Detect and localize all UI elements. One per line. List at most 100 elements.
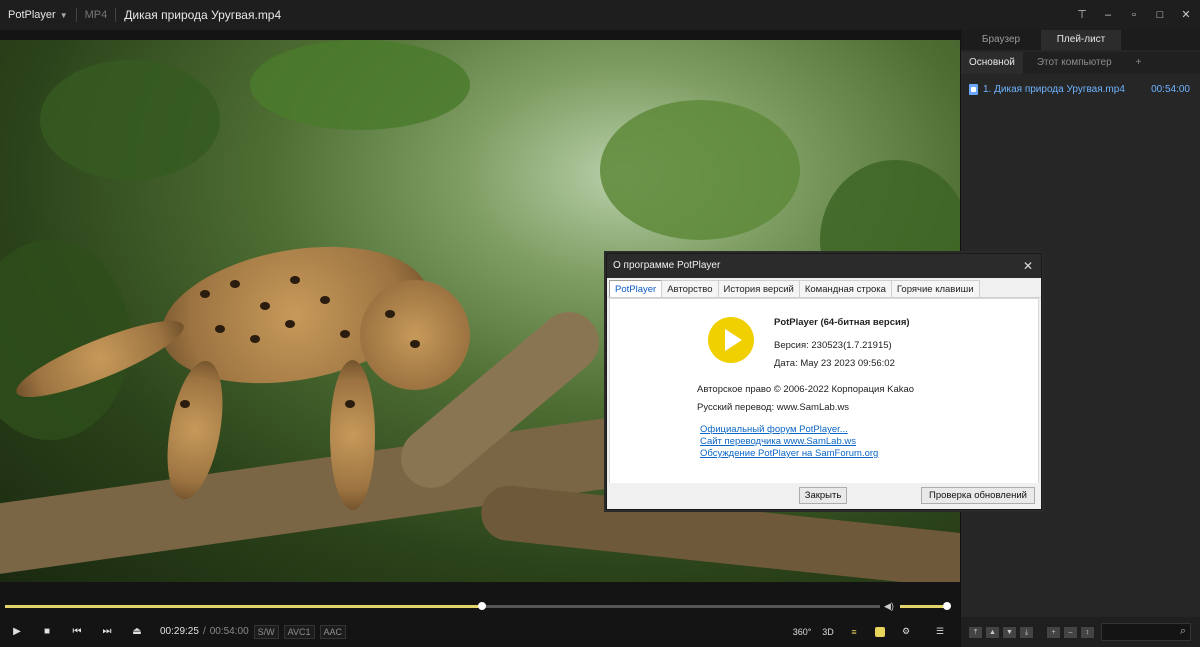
panel-tabs: Браузер Плей-лист bbox=[961, 30, 1200, 50]
seek-area: ◀) bbox=[0, 598, 960, 616]
restore-icon[interactable]: ▫ bbox=[1128, 9, 1140, 21]
cat-spot bbox=[260, 302, 270, 310]
close-icon[interactable]: ✕ bbox=[1180, 9, 1192, 21]
playlist-toggle-button[interactable] bbox=[870, 622, 890, 642]
playlist-toolbar: ⤒ ▲ ▼ ⤓ + – ↕ ⌕ bbox=[961, 617, 1200, 647]
cat-head bbox=[360, 280, 470, 390]
hamburger-icon: ☰ bbox=[935, 626, 945, 636]
copyright-text: Авторское право © 2006-2022 Корпорация K… bbox=[697, 384, 915, 395]
cat-spot bbox=[345, 400, 355, 408]
app-menu-button[interactable]: PotPlayer ▼ bbox=[0, 9, 68, 21]
title-bar: PotPlayer ▼ MP4 Дикая природа Уругвая.mp… bbox=[0, 0, 1200, 30]
play-button[interactable]: ▶ bbox=[2, 620, 32, 644]
cat-spot bbox=[320, 296, 330, 304]
eject-button[interactable]: ⏏ bbox=[122, 620, 152, 644]
tab-potplayer[interactable]: PotPlayer bbox=[609, 280, 663, 297]
potplayer-logo-icon bbox=[708, 317, 754, 363]
minimize-icon[interactable]: – bbox=[1102, 9, 1114, 21]
foliage bbox=[600, 100, 800, 240]
volume-level bbox=[900, 605, 947, 608]
previous-button[interactable]: ⏮ bbox=[62, 620, 92, 644]
tab-browser[interactable]: Браузер bbox=[961, 30, 1041, 50]
subtitle-button[interactable]: ≡ bbox=[844, 622, 864, 642]
move-bottom-icon[interactable]: ⤓ bbox=[1020, 626, 1033, 638]
tab-authorship[interactable]: Авторство bbox=[661, 280, 719, 297]
cat-spot bbox=[290, 276, 300, 284]
translator-site-link[interactable]: Сайт переводчика www.SamLab.ws bbox=[700, 436, 856, 447]
dialog-tabs: PotPlayer Авторство История версий Коман… bbox=[607, 280, 1041, 298]
volume-icon[interactable]: ◀) bbox=[884, 601, 894, 611]
list-item[interactable]: 1. Дикая природа Уругвая.mp4 00:54:00 bbox=[961, 80, 1200, 98]
seek-bar[interactable] bbox=[5, 602, 880, 610]
subtab-main[interactable]: Основной bbox=[961, 52, 1023, 74]
window-controls: ⊤ – ▫ □ ✕ bbox=[1076, 0, 1192, 30]
tab-command-line[interactable]: Командная строка bbox=[798, 280, 892, 297]
date-text: Дата: May 23 2023 09:56:02 bbox=[774, 358, 895, 369]
decoder-badge[interactable]: S/W bbox=[253, 624, 279, 639]
dialog-body: PotPlayer (64-битная версия) Версия: 230… bbox=[609, 298, 1039, 485]
eject-icon: ⏏ bbox=[132, 626, 142, 637]
forum-link[interactable]: Официальный форум PotPlayer... bbox=[700, 424, 848, 435]
cat-spot bbox=[230, 280, 240, 288]
video-file-icon bbox=[969, 83, 978, 95]
foliage bbox=[250, 40, 470, 130]
audio-codec-badge[interactable]: AAC bbox=[319, 624, 347, 639]
format-label: MP4 bbox=[84, 9, 108, 21]
seek-thumb[interactable] bbox=[477, 602, 486, 610]
cat-leg bbox=[330, 360, 375, 510]
sort-icon[interactable]: ↕ bbox=[1081, 626, 1094, 638]
360-button[interactable]: 360° bbox=[792, 622, 812, 642]
cat-spot bbox=[250, 335, 260, 343]
tab-hotkeys[interactable]: Горячие клавиши bbox=[890, 280, 980, 297]
title-divider bbox=[75, 8, 77, 22]
add-subtab-button[interactable]: + bbox=[1126, 52, 1152, 74]
volume-thumb[interactable] bbox=[943, 602, 951, 610]
remove-icon[interactable]: – bbox=[1064, 626, 1077, 638]
menu-button[interactable]: ☰ bbox=[930, 622, 950, 642]
cat-spot bbox=[215, 325, 225, 333]
subtab-this-computer[interactable]: Этот компьютер bbox=[1023, 52, 1126, 74]
total-time: 00:54:00 bbox=[209, 626, 249, 637]
product-name: PotPlayer (64-битная версия) bbox=[774, 317, 910, 328]
play-icon: ▶ bbox=[13, 626, 21, 637]
gear-icon: ⚙ bbox=[901, 626, 911, 636]
stop-button[interactable]: ■ bbox=[32, 620, 62, 644]
stop-icon: ■ bbox=[43, 626, 51, 637]
right-controls: 360° 3D ≡ ⚙ ☰ bbox=[792, 616, 950, 647]
add-icon[interactable]: + bbox=[1047, 626, 1060, 638]
close-button[interactable]: Закрыть bbox=[799, 487, 847, 504]
cat-spot bbox=[410, 340, 420, 348]
samforum-link[interactable]: Обсуждение PotPlayer на SamForum.org bbox=[700, 448, 878, 459]
file-title: Дикая природа Уругвая.mp4 bbox=[124, 8, 282, 22]
volume-slider[interactable] bbox=[900, 602, 951, 610]
move-top-icon[interactable]: ⤒ bbox=[969, 626, 982, 638]
foliage bbox=[40, 60, 220, 180]
playlist-subtabs: Основной Этот компьютер + bbox=[961, 52, 1200, 74]
dialog-footer: Закрыть Проверка обновлений bbox=[607, 483, 1041, 509]
subtitle-icon: ≡ bbox=[851, 626, 857, 637]
move-up-icon[interactable]: ▲ bbox=[986, 626, 999, 638]
video-codec-badge[interactable]: AVC1 bbox=[283, 624, 315, 639]
cat-spot bbox=[285, 320, 295, 328]
settings-button[interactable]: ⚙ bbox=[896, 622, 916, 642]
move-down-icon[interactable]: ▼ bbox=[1003, 626, 1016, 638]
seek-progress bbox=[5, 605, 482, 608]
playlist-item-duration: 00:54:00 bbox=[1151, 83, 1190, 95]
3d-button[interactable]: 3D bbox=[818, 622, 838, 642]
tab-version-history[interactable]: История версий bbox=[717, 280, 800, 297]
title-divider bbox=[115, 8, 117, 22]
playlist-search-input[interactable]: ⌕ bbox=[1101, 623, 1191, 641]
next-button[interactable]: ⏭ bbox=[92, 620, 122, 644]
pin-icon[interactable]: ⊤ bbox=[1076, 9, 1088, 21]
check-updates-button[interactable]: Проверка обновлений bbox=[921, 487, 1035, 504]
dialog-title: О программе PotPlayer bbox=[613, 260, 721, 271]
playback-controls: ▶ ■ ⏮ ⏭ ⏏ 00:29:25 / 00:54:00 S/W AVC1 A… bbox=[0, 616, 960, 647]
potplayer-window: PotPlayer ▼ MP4 Дикая природа Уругвая.mp… bbox=[0, 0, 1200, 647]
playlist-item-name: 1. Дикая природа Уругвая.mp4 bbox=[983, 83, 1125, 95]
maximize-icon[interactable]: □ bbox=[1154, 9, 1166, 21]
search-icon[interactable]: ⌕ bbox=[1180, 625, 1186, 638]
close-icon[interactable]: ✕ bbox=[1023, 254, 1033, 278]
tab-playlist[interactable]: Плей-лист bbox=[1041, 30, 1121, 50]
about-dialog: О программе PotPlayer ✕ PotPlayer Авторс… bbox=[606, 253, 1042, 510]
chevron-down-icon: ▼ bbox=[59, 10, 68, 20]
